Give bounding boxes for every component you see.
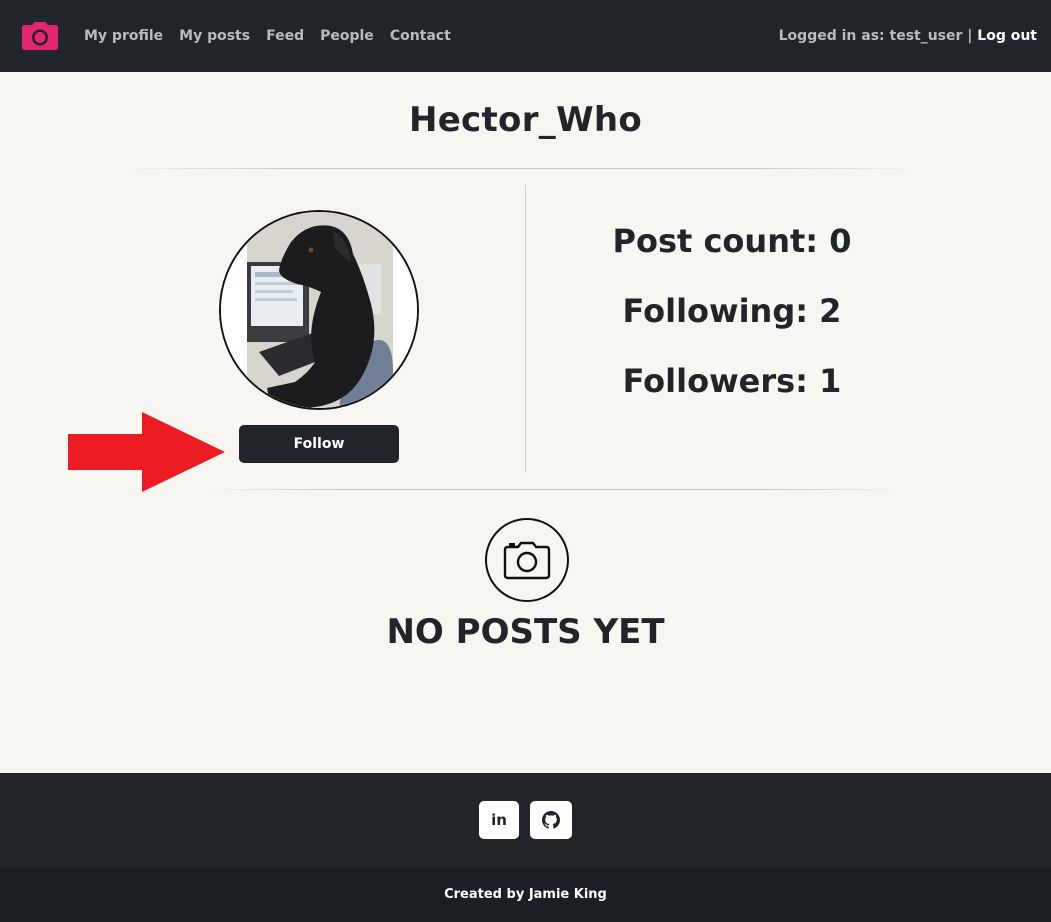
followers-stat: Followers: 1 — [622, 362, 842, 400]
following-stat: Following: 2 — [622, 292, 842, 330]
avatar-dog-photo — [221, 212, 417, 408]
nav-links: My profile My posts Feed People Contact — [84, 28, 451, 44]
navbar: My profile My posts Feed People Contact … — [0, 0, 1051, 72]
nav-link-people[interactable]: People — [320, 28, 374, 44]
divider-bottom — [205, 489, 905, 490]
footer-credit: Created by Jamie King — [0, 867, 1051, 922]
linkedin-icon[interactable]: in — [479, 801, 519, 839]
follow-button[interactable]: Follow — [239, 425, 399, 463]
nav-link-feed[interactable]: Feed — [266, 28, 304, 44]
nav-link-contact[interactable]: Contact — [390, 28, 451, 44]
red-arrow-annotation — [68, 412, 225, 492]
logged-in-text: Logged in as: test_user | — [778, 28, 973, 44]
profile-main: Hector_Who Follow Post count: 0 Followin… — [0, 72, 1051, 773]
footer-social: in — [0, 773, 1051, 867]
nav-link-my-profile[interactable]: My profile — [84, 28, 163, 44]
no-posts-heading: NO POSTS YET — [386, 612, 665, 652]
post-count-stat: Post count: 0 — [612, 222, 852, 260]
divider-top — [120, 168, 920, 169]
camera-icon — [485, 518, 569, 602]
avatar — [219, 210, 419, 410]
nav-user-area: Logged in as: test_user | Log out — [779, 28, 1037, 44]
github-icon[interactable] — [530, 801, 572, 839]
brand-camera-icon[interactable] — [20, 21, 60, 51]
logout-link[interactable]: Log out — [977, 28, 1037, 44]
nav-link-my-posts[interactable]: My posts — [179, 28, 250, 44]
profile-username: Hector_Who — [408, 100, 643, 140]
